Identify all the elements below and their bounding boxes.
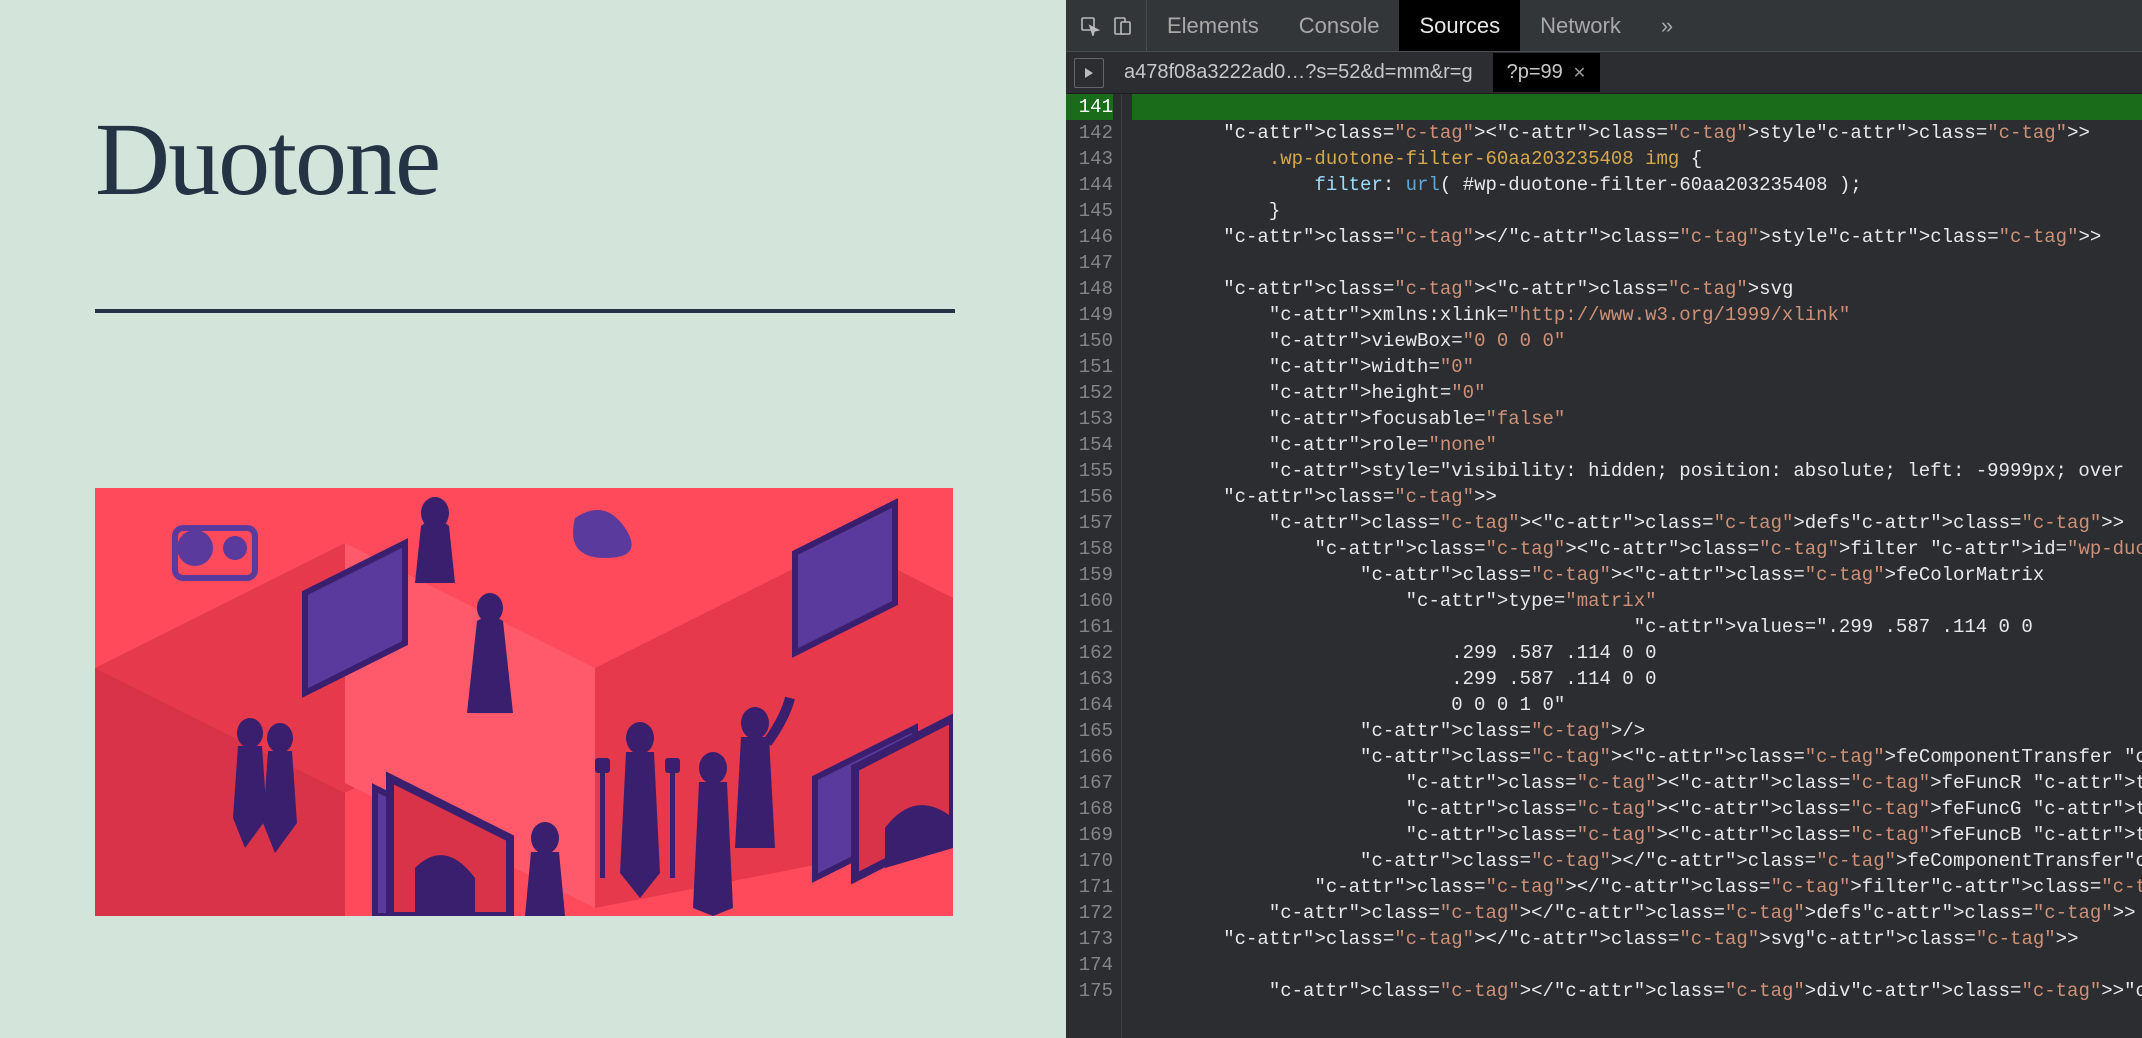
code-line: .299 .587 .114 0 0 [1132,640,2142,666]
divider [95,309,955,313]
line-number: 149 [1066,302,1113,328]
code-line: "c-attr">class="c-tag"><"c-attr">class="… [1132,770,2142,796]
code-line [1132,94,2142,120]
code-line: "c-attr">class="c-tag"></"c-attr">class=… [1132,978,2142,1004]
tab-more[interactable]: » [1641,0,1693,51]
code-line: 0 0 0 1 0" [1132,692,2142,718]
file-tab-1[interactable]: a478f08a3222ad0…?s=52&d=mm&r=g [1110,53,1487,92]
code-line: "c-attr">class="c-tag"></"c-attr">class=… [1132,848,2142,874]
line-number: 157 [1066,510,1113,536]
device-toggle-icon[interactable] [1110,14,1134,38]
code-line: "c-attr">class="c-tag">/> [1132,718,2142,744]
file-tab-label: ?p=99 [1507,61,1563,84]
line-number: 141 [1066,94,1113,120]
code-line: "c-attr">class="c-tag"><"c-attr">class="… [1132,276,2142,302]
line-number: 175 [1066,978,1113,1004]
code-line: "c-attr">class="c-tag"><"c-attr">class="… [1132,796,2142,822]
code-content: "c-attr">class="c-tag"><"c-attr">class="… [1122,94,2142,1038]
file-tab-2[interactable]: ?p=99 ✕ [1493,53,1601,92]
line-number: 148 [1066,276,1113,302]
line-number: 152 [1066,380,1113,406]
code-line: "c-attr">focusable="false" [1132,406,2142,432]
code-line: .wp-duotone-filter-60aa203235408 img { [1132,146,2142,172]
line-number: 169 [1066,822,1113,848]
duotone-illustration [95,488,953,916]
tab-elements[interactable]: Elements [1147,0,1279,51]
content-panel: Duotone [0,0,1066,1038]
close-icon[interactable]: ✕ [1573,63,1586,83]
line-number: 166 [1066,744,1113,770]
navigator-icon[interactable] [1074,58,1104,88]
code-line [1132,952,2142,978]
line-number: 162 [1066,640,1113,666]
line-number: 167 [1066,770,1113,796]
code-editor[interactable]: 1411421431441451461471481491501511521531… [1066,94,2142,1038]
line-number: 164 [1066,692,1113,718]
code-line: "c-attr">class="c-tag"><"c-attr">class="… [1132,744,2142,770]
devtools-toolbar: Elements Console Sources Network » [1066,0,2142,52]
code-line: .299 .587 .114 0 0 [1132,666,2142,692]
code-line: filter: url( #wp-duotone-filter-60aa2032… [1132,172,2142,198]
code-line: "c-attr">xmlns:xlink="http://www.w3.org/… [1132,302,2142,328]
line-number: 153 [1066,406,1113,432]
line-number: 173 [1066,926,1113,952]
code-line: "c-attr">class="c-tag"></"c-attr">class=… [1132,224,2142,250]
code-line: "c-attr">width="0" [1132,354,2142,380]
code-line: "c-attr">class="c-tag"></"c-attr">class=… [1132,926,2142,952]
line-number: 159 [1066,562,1113,588]
code-line: } [1132,198,2142,224]
line-number: 144 [1066,172,1113,198]
code-line: "c-attr">values=".299 .587 .114 0 0 [1132,614,2142,640]
main-tabs: Elements Console Sources Network » [1147,0,2142,51]
line-number: 161 [1066,614,1113,640]
code-line: "c-attr">class="c-tag"></"c-attr">class=… [1132,900,2142,926]
code-line: "c-attr">class="c-tag"><"c-attr">class="… [1132,120,2142,146]
code-line: "c-attr">type="matrix" [1132,588,2142,614]
select-element-icon[interactable] [1078,14,1102,38]
line-number: 156 [1066,484,1113,510]
code-line: "c-attr">height="0" [1132,380,2142,406]
code-line: "c-attr">class="c-tag"><"c-attr">class="… [1132,562,2142,588]
file-tabs: a478f08a3222ad0…?s=52&d=mm&r=g ?p=99 ✕ [1066,52,2142,94]
line-number: 145 [1066,198,1113,224]
line-number: 163 [1066,666,1113,692]
line-number: 172 [1066,900,1113,926]
line-number: 174 [1066,952,1113,978]
code-line: "c-attr">class="c-tag">> [1132,484,2142,510]
line-number: 142 [1066,120,1113,146]
devtools-panel: Elements Console Sources Network » [1066,0,2142,1038]
line-number: 158 [1066,536,1113,562]
line-number: 151 [1066,354,1113,380]
toolbar-icon-group [1078,0,1147,51]
line-number: 170 [1066,848,1113,874]
tab-sources[interactable]: Sources [1399,0,1520,51]
line-number: 143 [1066,146,1113,172]
line-number: 165 [1066,718,1113,744]
line-number: 146 [1066,224,1113,250]
page-title: Duotone [95,100,971,219]
code-line: "c-attr">style="visibility: hidden; posi… [1132,458,2142,484]
file-tab-label: a478f08a3222ad0…?s=52&d=mm&r=g [1124,61,1473,84]
line-number: 168 [1066,796,1113,822]
code-line: "c-attr">class="c-tag"><"c-attr">class="… [1132,536,2142,562]
code-line: "c-attr">viewBox="0 0 0 0" [1132,328,2142,354]
code-line: "c-attr">class="c-tag"><"c-attr">class="… [1132,822,2142,848]
line-number: 147 [1066,250,1113,276]
code-line: "c-attr">role="none" [1132,432,2142,458]
line-gutter: 1411421431441451461471481491501511521531… [1066,94,1122,1038]
code-line [1132,250,2142,276]
tab-network[interactable]: Network [1520,0,1641,51]
line-number: 154 [1066,432,1113,458]
line-number: 155 [1066,458,1113,484]
line-number: 160 [1066,588,1113,614]
tab-console[interactable]: Console [1279,0,1400,51]
line-number: 150 [1066,328,1113,354]
code-line: "c-attr">class="c-tag"></"c-attr">class=… [1132,874,2142,900]
line-number: 171 [1066,874,1113,900]
code-line: "c-attr">class="c-tag"><"c-attr">class="… [1132,510,2142,536]
